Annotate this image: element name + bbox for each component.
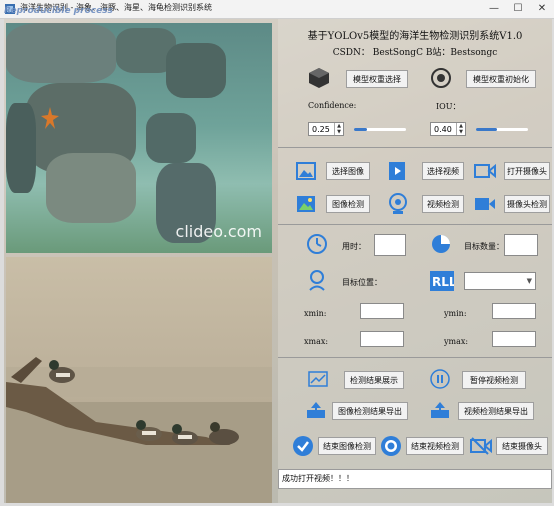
- end-camera-button[interactable]: 结束摄像头: [496, 437, 548, 455]
- cube-icon: [309, 68, 329, 88]
- iou-value: 0.40: [434, 125, 452, 134]
- time-value-field: [374, 234, 406, 256]
- xmin-field: [360, 303, 404, 319]
- export-image-button[interactable]: 图像检测结果导出: [332, 402, 408, 420]
- duck-icon-4: [209, 422, 239, 445]
- target-icon: [431, 68, 451, 88]
- divider: [278, 147, 552, 148]
- upload-icon: [431, 402, 449, 418]
- line-chart-icon: [308, 371, 328, 387]
- image-detect-icon: [297, 196, 315, 212]
- check-circle-icon: [293, 436, 313, 456]
- camera-off-icon: [470, 437, 492, 455]
- count-label: 目标数量：: [464, 242, 504, 251]
- chevron-down-icon: ▼: [526, 277, 532, 285]
- end-image-button[interactable]: 结束图像检测: [318, 437, 376, 455]
- clock-icon: [307, 234, 327, 254]
- duck-icon-3: [172, 424, 198, 445]
- svg-text:RLL: RLL: [432, 275, 454, 289]
- xmin-label: xmin:: [304, 309, 327, 318]
- xmax-field: [360, 331, 404, 347]
- count-value-field: [504, 234, 538, 256]
- author-info: CSDN： BestSongC B站：Bestsongc: [332, 48, 498, 58]
- video-detect-button[interactable]: 视频检测: [422, 195, 464, 213]
- ymin-label: ymin:: [444, 309, 467, 318]
- init-weights-button[interactable]: 模型权重初始化: [466, 70, 536, 88]
- pause-video-button[interactable]: 暂停视频检测: [462, 371, 526, 389]
- pie-chart-icon: [432, 235, 450, 253]
- stop-circle-icon: [381, 436, 401, 456]
- divider: [278, 357, 552, 358]
- minimize-button[interactable]: —: [482, 0, 506, 18]
- app-title: 基于YOLOv5模型的海洋生物检测识别系统V1.0: [307, 31, 523, 42]
- location-icon: [309, 270, 325, 291]
- video-watermark: clideo.com: [175, 222, 262, 241]
- status-bar: 成功打开视频！！！: [278, 469, 552, 489]
- original-image-view: clideo.com: [6, 23, 272, 253]
- spin-arrows-icon[interactable]: ▲ ▼: [334, 123, 343, 135]
- confidence-value: 0.25: [312, 125, 330, 134]
- image-detect-button[interactable]: 图像检测: [326, 195, 370, 213]
- camera-detect-button[interactable]: 摄像头检测: [504, 195, 550, 213]
- webcam-icon: [389, 193, 407, 214]
- ymax-field: [492, 331, 536, 347]
- result-image-view: [6, 257, 272, 503]
- watermark-text: Reproducible process: [4, 6, 113, 16]
- camcorder-icon: [475, 198, 495, 210]
- video-file-icon: [389, 162, 405, 180]
- window-titlebar: 海洋生物识别 - 海象、海豚、海星、海龟检测识别系统 Reproducible …: [0, 0, 554, 19]
- control-panel: 基于YOLOv5模型的海洋生物检测识别系统V1.0 CSDN： BestSong…: [278, 19, 552, 503]
- maximize-button[interactable]: ☐: [506, 0, 530, 18]
- iou-slider[interactable]: [476, 128, 528, 131]
- select-video-button[interactable]: 选择视频: [422, 162, 464, 180]
- iou-label: IOU：: [436, 102, 461, 111]
- duck-icon-2: [136, 420, 162, 441]
- ymin-field: [492, 303, 536, 319]
- close-button[interactable]: ✕: [530, 0, 554, 18]
- main-window: clideo.com 基于YOLOv5模型的海洋生物检测识别系统V1.0 CSD…: [4, 19, 552, 503]
- open-camera-button[interactable]: 打开摄像头: [504, 162, 550, 180]
- target-select[interactable]: ▼: [464, 272, 536, 290]
- starfish-icon: [41, 107, 59, 129]
- camera-icon: [474, 163, 496, 179]
- duck-icon-1: [49, 360, 75, 383]
- end-video-button[interactable]: 结束视频检测: [406, 437, 464, 455]
- pause-icon: [430, 369, 450, 389]
- upload-icon: [307, 402, 325, 418]
- time-label: 用时：: [342, 242, 366, 251]
- xmax-label: xmax:: [304, 337, 329, 346]
- iou-spinbox[interactable]: 0.40 ▲ ▼: [430, 122, 466, 136]
- spin-arrows-icon[interactable]: ▲ ▼: [456, 123, 465, 135]
- confidence-slider[interactable]: [354, 128, 406, 131]
- show-result-button[interactable]: 检测结果展示: [344, 371, 404, 389]
- position-label: 目标位置：: [342, 278, 382, 287]
- rll-icon: RLL: [430, 271, 454, 291]
- divider: [278, 224, 552, 225]
- ymax-label: ymax:: [444, 337, 469, 346]
- select-weights-button[interactable]: 模型权重选择: [346, 70, 408, 88]
- confidence-label: Confidence:: [308, 101, 357, 110]
- image-icon: [296, 162, 316, 180]
- confidence-spinbox[interactable]: 0.25 ▲ ▼: [308, 122, 344, 136]
- select-image-button[interactable]: 选择图像: [326, 162, 370, 180]
- export-video-button[interactable]: 视频检测结果导出: [458, 402, 534, 420]
